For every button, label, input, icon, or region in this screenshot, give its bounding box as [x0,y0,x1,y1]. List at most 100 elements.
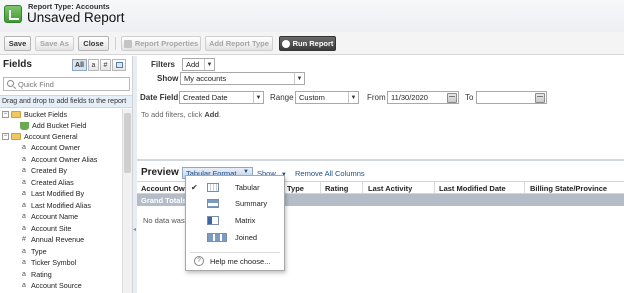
checkmark-icon: ✔ [191,183,198,192]
tree-item[interactable]: a Account Owner [20,142,80,153]
tree-item[interactable]: # Annual Revenue [20,234,84,245]
tree-item[interactable]: a Account Site [20,223,71,234]
tree-item-add-bucket-field[interactable]: Add Bucket Field [20,120,86,131]
tree-label: Rating [31,269,52,279]
tree-folder-account-general[interactable]: − Account General [2,131,78,142]
quick-find-field[interactable] [3,77,130,91]
chevron-down-icon: ▼ [348,92,358,103]
calendar-icon[interactable] [535,93,545,103]
add-report-type-button[interactable]: Add Report Type [205,36,273,51]
tree-label: Ticker Symbol [31,258,77,267]
tree-item[interactable]: a Last Modified By [20,188,84,199]
column-divider [434,182,435,194]
column-header[interactable]: Last Activity [368,184,412,193]
filters-panel: Filters Add ▼ Show My accounts ▼ Date Fi… [137,56,624,159]
range-value: Custom [299,93,325,102]
fields-title: Fields [3,59,32,70]
tree-item[interactable]: a Type [20,246,47,257]
tree-item[interactable]: a Ticker Symbol [20,257,76,268]
collapse-icon[interactable]: − [2,133,9,140]
help-icon: ? [194,256,204,266]
column-header[interactable]: Last Modified Date [439,184,506,193]
folder-icon [11,133,21,140]
help-label: Help me choose... [210,257,271,266]
report-header: Report Type: Accounts Unsaved Report [0,0,624,32]
filters-label: Filters [151,60,176,69]
collapse-arrow-icon[interactable]: ◂ [133,226,136,233]
quick-find-input[interactable] [18,79,128,89]
tree-item[interactable]: a Account Name [20,211,78,222]
tree-label: Account Owner [31,143,81,152]
search-icon [7,80,14,87]
filter-number-button[interactable]: # [100,59,111,71]
show-dropdown[interactable]: My accounts ▼ [180,72,305,85]
text-field-icon: a [22,224,26,232]
column-header[interactable]: Account Own [141,184,189,193]
add-filter-label: Add [186,60,200,69]
menu-item-summary[interactable]: Summary [186,196,284,212]
text-field-icon: a [22,155,26,163]
report-properties-button[interactable]: Report Properties [121,36,201,51]
run-icon [281,39,290,48]
tree-item[interactable]: a Account Source [20,280,82,291]
toolbar: Save Save As Close Report Properties Add… [0,32,624,55]
text-field-icon: a [22,190,26,197]
format-menu: ✔ Tabular Summary Matrix Joined ? Help m… [185,175,285,271]
tree-label: Account Source [31,281,82,290]
filter-date-button[interactable] [112,59,126,71]
tree-folder-bucket-fields[interactable]: − Bucket Fields [2,109,67,120]
run-report-label: Run Report [292,39,334,48]
drag-hint: Drag and drop to add fields to the repor… [0,95,132,108]
report-properties-label: Report Properties [134,39,199,48]
date-icon [115,62,123,68]
menu-item-joined[interactable]: Joined [186,230,284,246]
tree-item[interactable]: a Account Owner Alias [20,154,97,165]
show-label: Show [157,74,179,83]
column-header[interactable]: Rating [325,184,348,193]
column-header[interactable]: Type [287,184,304,193]
text-field-icon: a [22,213,26,220]
tree-item[interactable]: a Created Alias [20,177,74,188]
menu-item-help[interactable]: ? Help me choose... [186,254,284,270]
preview-title: Preview [141,167,179,178]
hint-suffix: . [218,110,222,119]
hint-bold: Add [204,110,219,119]
menu-item-matrix[interactable]: Matrix [186,213,284,229]
tree-label: Account Name [31,212,79,221]
to-label: To [465,93,474,102]
filter-all-button[interactable]: All [72,59,87,71]
save-button[interactable]: Save [4,36,31,51]
from-label: From [367,93,386,102]
add-filter-dropdown[interactable]: Add ▼ [182,58,215,71]
remove-all-columns-link[interactable]: Remove All Columns [295,169,365,178]
close-button[interactable]: Close [78,36,109,51]
report-icon [4,5,22,23]
tree-label: Last Modified Alias [31,200,91,210]
menu-item-label: Tabular [235,183,260,192]
tree-item[interactable]: a Last Modified Alias [20,200,91,211]
column-divider [524,182,525,194]
collapse-icon[interactable]: − [2,111,9,118]
number-field-icon: # [22,236,26,243]
text-field-icon: a [22,282,26,289]
save-as-button[interactable]: Save As [35,36,74,51]
tree-label: Account Owner Alias [31,154,98,164]
scrollbar-thumb[interactable] [124,113,131,173]
column-header[interactable]: Billing State/Province [530,184,607,193]
properties-icon [123,39,132,48]
tree-item[interactable]: a Created By [20,165,67,176]
chevron-down-icon: ▼ [204,59,214,70]
tree-item[interactable]: a Rating [20,269,52,280]
date-field-dropdown[interactable]: Created Date ▼ [179,91,264,104]
run-report-button[interactable]: Run Report [279,36,336,51]
filter-text-button[interactable]: a [88,59,99,71]
menu-item-tabular[interactable]: ✔ Tabular [186,180,284,196]
calendar-icon[interactable] [447,93,457,103]
add-filters-hint: To add filters, click Add. [141,110,221,119]
menu-item-label: Matrix [235,216,256,225]
range-dropdown[interactable]: Custom ▼ [295,91,359,104]
sidebar-scrollbar[interactable] [122,109,132,293]
bucket-icon [20,121,29,130]
tree-label: Created By [31,166,67,175]
menu-divider [190,252,280,253]
